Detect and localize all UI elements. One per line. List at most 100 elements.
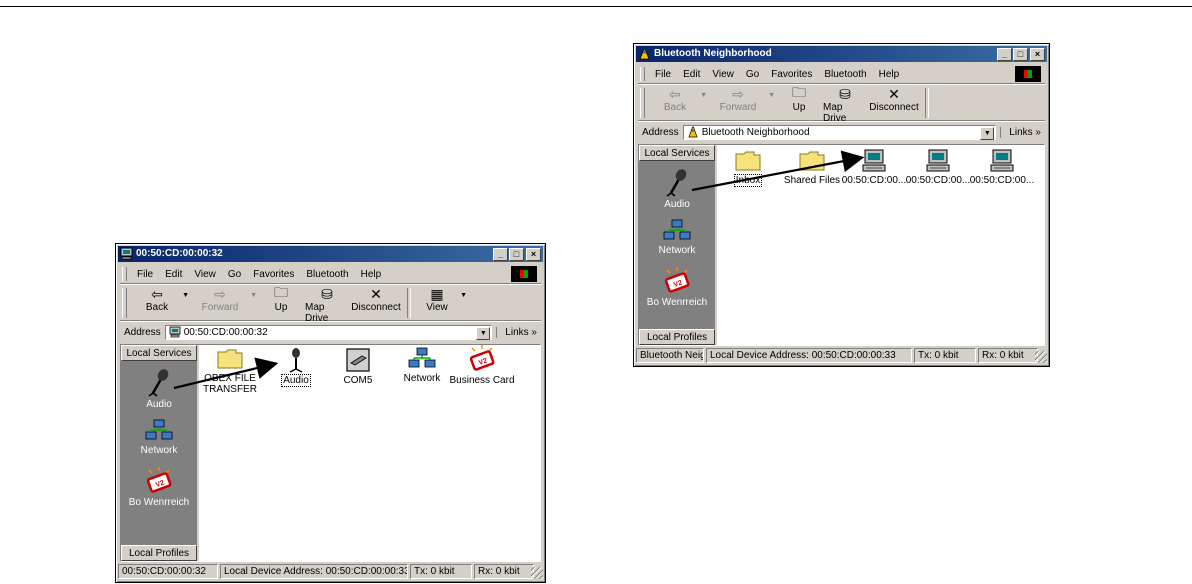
item-label: 00:50:CD:00... — [905, 175, 971, 186]
back-dropdown-icon[interactable]: ▼ — [182, 292, 189, 299]
content-pane: OBEX FILE TRANSFER Audio COM5 Network V2… — [199, 345, 540, 561]
address-input[interactable]: Bluetooth Neighborhood ▼ — [682, 124, 997, 140]
local-profiles-button[interactable]: Local Profiles — [639, 329, 715, 345]
item-label-selected: Inbox — [733, 174, 763, 187]
sidebar-item-network[interactable]: Network — [639, 219, 715, 256]
links-button[interactable]: Links » — [1000, 126, 1045, 138]
microphone-icon — [666, 169, 687, 197]
links-label: Links — [1009, 126, 1033, 138]
item-business-card[interactable]: V2 Business Card — [447, 345, 517, 386]
menu-view[interactable]: View — [706, 69, 740, 80]
network-icon — [663, 219, 691, 240]
menu-bluetooth[interactable]: Bluetooth — [300, 269, 354, 280]
menu-go[interactable]: Go — [222, 269, 247, 280]
disconnect-button[interactable]: ✕ Disconnect — [351, 286, 401, 314]
address-dropdown-icon[interactable]: ▼ — [980, 126, 995, 140]
minimize-button[interactable]: _ — [493, 248, 508, 261]
item-label: Business Card — [449, 375, 515, 386]
menu-file[interactable]: File — [649, 69, 677, 80]
item-audio[interactable]: Audio — [261, 347, 331, 387]
menu-go[interactable]: Go — [740, 69, 765, 80]
maximize-button[interactable]: □ — [1013, 48, 1028, 61]
item-label: Shared Files — [783, 175, 841, 186]
content-pane: Inbox Shared Files 00:50:CD:00... 00:50:… — [717, 145, 1044, 345]
menu-edit[interactable]: Edit — [677, 69, 706, 80]
item-label: 00:50:CD:00... — [841, 175, 907, 186]
view-button[interactable]: ▦ View ▼ — [415, 285, 467, 314]
resize-grip[interactable] — [531, 567, 543, 579]
explorer-body: Local Services Audio Network V2 Bo Wenrr… — [638, 144, 1045, 346]
address-label: Address — [124, 326, 161, 338]
title-bar[interactable]: 00:50:CD:00:00:32 _ □ × — [118, 246, 543, 262]
local-services-button[interactable]: Local Services — [121, 345, 197, 361]
address-input[interactable]: 00:50:CD:00:00:32 ▼ — [164, 324, 493, 340]
item-device-1[interactable]: 00:50:CD:00... — [839, 149, 909, 186]
item-device-3[interactable]: 00:50:CD:00... — [967, 149, 1037, 186]
item-com5[interactable]: COM5 — [323, 347, 393, 386]
forward-dropdown-icon[interactable]: ▼ — [768, 92, 775, 99]
status-device: Bluetooth Neighl — [636, 348, 704, 363]
item-label: Network — [403, 373, 441, 384]
windows-logo-icon — [1015, 66, 1041, 82]
map-drive-button[interactable]: ⛁ Map Drive — [305, 286, 349, 325]
toolbar: ⇦ Back ▼ ⇨ Forward ▼ 🗀 Up ⛁ Map Drive ✕ … — [638, 84, 1045, 125]
view-dropdown-icon[interactable]: ▼ — [460, 292, 467, 299]
forward-label: Forward — [719, 102, 757, 113]
disconnect-button[interactable]: ✕ Disconnect — [869, 86, 919, 114]
item-label: OBEX FILE TRANSFER — [203, 373, 257, 395]
address-dropdown-icon[interactable]: ▼ — [476, 326, 491, 340]
item-shared-files[interactable]: Shared Files — [777, 149, 847, 186]
microphone-icon — [148, 369, 169, 397]
address-value: Bluetooth Neighborhood — [701, 126, 810, 138]
local-profiles-button[interactable]: Local Profiles — [121, 545, 197, 561]
forward-button[interactable]: ⇨ Forward ▼ — [191, 285, 257, 314]
back-button[interactable]: ⇦ Back ▼ — [651, 85, 707, 114]
address-bar: Address 00:50:CD:00:00:32 ▼ Links » — [120, 323, 541, 341]
menu-bluetooth[interactable]: Bluetooth — [818, 69, 872, 80]
sidebar-item-business-card[interactable]: V2 Bo Wenrreich — [639, 267, 715, 308]
sidebar-item-audio[interactable]: Audio — [639, 167, 715, 210]
back-button[interactable]: ⇦ Back ▼ — [133, 286, 189, 314]
title-bar[interactable]: Bluetooth Neighborhood _ □ × — [636, 46, 1047, 62]
up-button[interactable]: 🗀 Up — [777, 84, 821, 113]
close-button[interactable]: × — [1030, 48, 1045, 61]
map-drive-label: Map Drive — [823, 102, 847, 124]
back-dropdown-icon[interactable]: ▼ — [700, 92, 707, 99]
item-device-2[interactable]: 00:50:CD:00... — [903, 149, 973, 186]
map-drive-label: Map Drive — [305, 302, 329, 324]
sidebar-item-network[interactable]: Network — [121, 419, 197, 456]
forward-button[interactable]: ⇨ Forward ▼ — [709, 86, 775, 114]
computer-icon — [926, 149, 950, 172]
back-label: Back — [663, 102, 687, 113]
view-grid-icon: ▦ — [430, 285, 444, 302]
resize-grip[interactable] — [1035, 351, 1047, 363]
local-services-button[interactable]: Local Services — [639, 145, 715, 161]
status-rx: Rx: 0 kbit — [474, 564, 534, 579]
minimize-button[interactable]: _ — [997, 48, 1012, 61]
menu-file[interactable]: File — [131, 269, 159, 280]
menu-help[interactable]: Help — [355, 269, 388, 280]
back-arrow-icon: ⇦ — [669, 85, 681, 102]
status-tx: Tx: 0 kbit — [914, 348, 976, 363]
map-drive-button[interactable]: ⛁ Map Drive — [823, 86, 867, 125]
window-title: 00:50:CD:00:00:32 — [136, 248, 223, 259]
menu-favorites[interactable]: Favorites — [247, 269, 300, 280]
business-card-icon: V2 — [664, 267, 690, 293]
forward-dropdown-icon[interactable]: ▼ — [250, 292, 257, 299]
address-label: Address — [642, 126, 679, 138]
menu-edit[interactable]: Edit — [159, 269, 188, 280]
menu-favorites[interactable]: Favorites — [765, 69, 818, 80]
forward-arrow-icon: ⇨ — [214, 285, 226, 302]
sidebar-item-business-card[interactable]: V2 Bo Wenrreich — [121, 467, 197, 508]
menu-help[interactable]: Help — [873, 69, 906, 80]
item-obex-file-transfer[interactable]: OBEX FILE TRANSFER — [195, 347, 265, 395]
up-button[interactable]: 🗀 Up — [259, 284, 303, 313]
close-button[interactable]: × — [526, 248, 541, 261]
item-inbox[interactable]: Inbox — [713, 149, 783, 187]
sidebar-label-network: Network — [140, 445, 178, 456]
status-local-address: Local Device Address: 00:50:CD:00:00:33 — [220, 564, 408, 579]
menu-view[interactable]: View — [188, 269, 222, 280]
maximize-button[interactable]: □ — [509, 248, 524, 261]
sidebar-item-audio[interactable]: Audio — [121, 367, 197, 410]
links-button[interactable]: Links » — [496, 326, 541, 338]
